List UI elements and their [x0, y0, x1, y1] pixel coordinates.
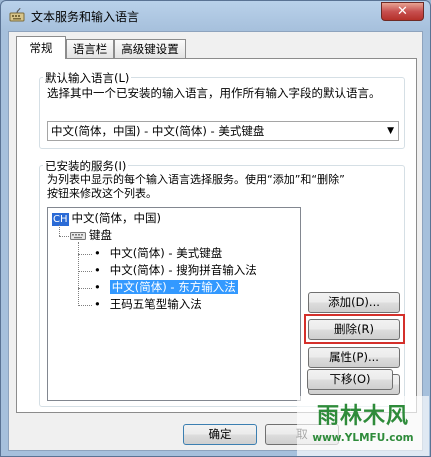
watermark-text: 雨林木风: [316, 403, 409, 429]
highlight-box: [304, 314, 405, 344]
installed-services-description-2: 按钮来修改这个列表。: [47, 187, 157, 200]
keyboard-icon: [9, 7, 25, 22]
tree-service-label: 中文(简体) - 搜狗拼音输入法: [109, 263, 257, 277]
tree-connector: [59, 225, 60, 236]
tab-advanced-key-settings[interactable]: 高级键设置: [114, 39, 186, 58]
tree-keyboard-node[interactable]: 键盘: [70, 228, 112, 243]
dialog-window: 文本服务和输入语言 ✕ 常规 语言栏 高级键设置 默认输入语言(L) 选择其中一…: [0, 0, 431, 457]
tree-service-item[interactable]: • 王码五笔型输入法: [94, 297, 202, 312]
tree-service-label: 中文(简体) - 美式键盘: [109, 246, 223, 260]
close-button[interactable]: ✕: [381, 2, 424, 21]
tree-connector: [78, 242, 79, 306]
default-language-description: 选择其中一个已安装的输入语言，用作所有输入字段的默认语言。: [47, 86, 381, 100]
general-panel: 默认输入语言(L) 选择其中一个已安装的输入语言，用作所有输入字段的默认语言。 …: [16, 58, 417, 413]
tree-connector: [78, 288, 92, 289]
tab-general[interactable]: 常规: [16, 36, 66, 59]
move-down-button[interactable]: 下移(O): [307, 369, 393, 390]
default-language-select[interactable]: 中文(简体，中国) - 中文(简体) - 美式键盘 ▼: [47, 121, 399, 141]
tree-language-label: 中文(简体，中国): [71, 211, 161, 225]
dialog-body: 常规 语言栏 高级键设置 默认输入语言(L) 选择其中一个已安装的输入语言，用作…: [8, 31, 423, 451]
tree-connector: [59, 236, 69, 237]
tab-language-bar[interactable]: 语言栏: [66, 39, 114, 58]
title-bar: 文本服务和输入语言 ✕: [1, 1, 430, 31]
dropdown-arrow-icon[interactable]: ▼: [387, 122, 394, 140]
watermark-url: www.YLMFU.com: [312, 432, 414, 444]
tree-service-item-selected[interactable]: • 中文(简体) - 东方输入法: [94, 280, 238, 295]
tree-connector: [78, 271, 92, 272]
services-tree[interactable]: CH 中文(简体，中国) 键盘 • 中文(简体) - 美式键盘 • 中文(简体)…: [47, 207, 301, 401]
tree-service-item[interactable]: • 中文(简体) - 美式键盘: [94, 246, 222, 261]
installed-services-description-1: 为列表中显示的每个输入语言选择服务。使用“添加”和“删除”: [47, 173, 345, 186]
language-badge: CH: [52, 213, 69, 226]
tree-keyboard-label: 键盘: [89, 228, 112, 242]
installed-services-title: 已安装的服务(I): [43, 158, 129, 174]
tree-language-node[interactable]: CH 中文(简体，中国): [52, 211, 161, 226]
default-language-value: 中文(简体，中国) - 中文(简体) - 美式键盘: [51, 124, 265, 138]
keyboard-icon: [70, 231, 86, 240]
tree-service-label: 王码五笔型输入法: [109, 297, 202, 311]
properties-button[interactable]: 属性(P)...: [308, 347, 400, 368]
window-title: 文本服务和输入语言: [31, 10, 140, 24]
tree-service-item[interactable]: • 中文(简体) - 搜狗拼音输入法: [94, 263, 257, 278]
tree-connector: [78, 254, 92, 255]
watermark-logo: 雨林木风 www.YLMFU.com: [297, 396, 429, 456]
ok-button[interactable]: 确定: [183, 424, 257, 445]
add-button[interactable]: 添加(D)...: [308, 292, 400, 313]
tree-connector: [78, 305, 92, 306]
default-language-title: 默认输入语言(L): [43, 70, 132, 86]
tree-service-label: 中文(简体) - 东方输入法: [109, 280, 238, 294]
